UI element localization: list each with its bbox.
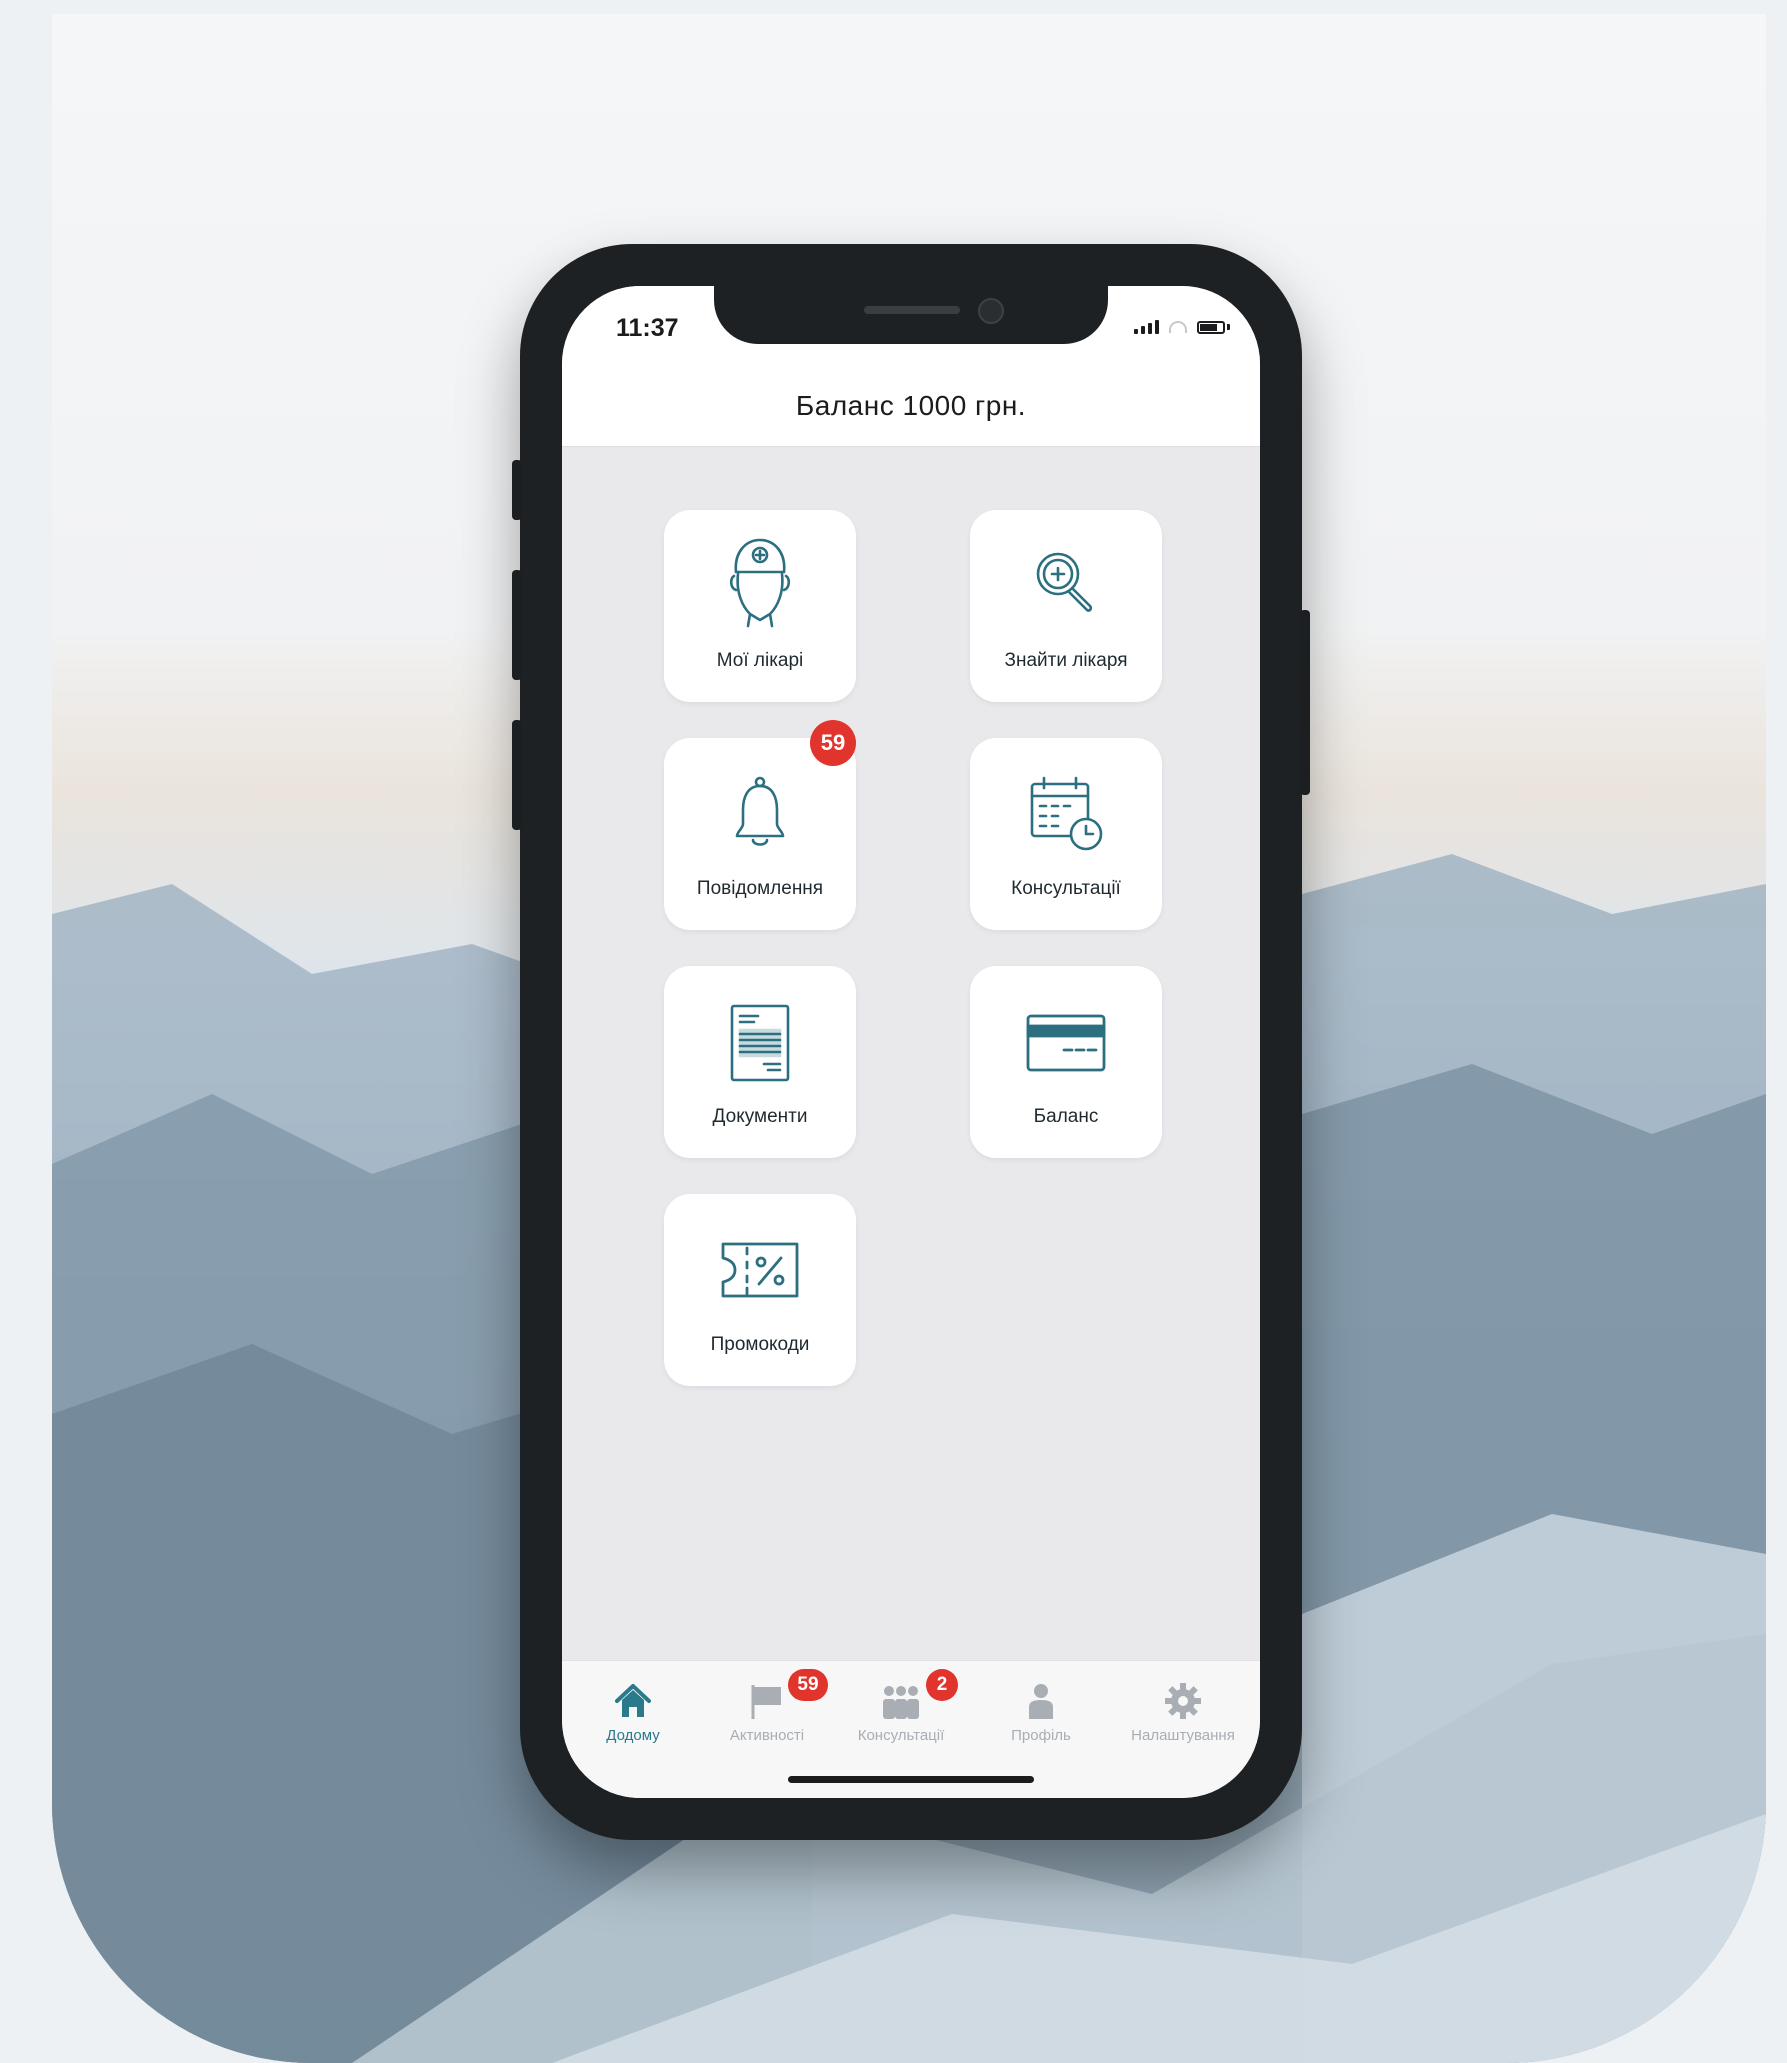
tile-find-doctor[interactable]: Знайти лікаря (970, 510, 1162, 702)
tile-notifications[interactable]: Повідомлення (664, 738, 856, 930)
tile-promocodes[interactable]: Промокоди (664, 1194, 856, 1386)
tile-label: Повідомлення (696, 878, 824, 899)
home-indicator[interactable] (788, 1776, 1034, 1783)
tab-label: Активності (729, 1727, 805, 1744)
phone-screen: 11:37 Баланс 1000 грн. Мої лікарі Знайти… (562, 286, 1260, 1798)
balance-title: Баланс 1000 грн. (795, 390, 1027, 421)
tile-label: Документи (712, 1106, 808, 1127)
search-doctor-icon (1026, 544, 1106, 629)
front-camera (978, 298, 1004, 324)
tile-label: Промокоди (710, 1334, 810, 1355)
tab-home[interactable]: Додому (568, 1675, 698, 1755)
tab-profile[interactable]: Профіль (976, 1675, 1106, 1755)
calendar-clock-icon (1024, 774, 1108, 859)
tab-label: Додому (606, 1727, 660, 1744)
status-icons (1134, 320, 1230, 334)
app-header: Баланс 1000 грн. (562, 366, 1260, 447)
phone-power-button (1300, 610, 1310, 795)
tab-label: Консультації (857, 1727, 945, 1744)
tab-settings[interactable]: Налаштування (1118, 1675, 1248, 1755)
tile-label: Знайти лікаря (1004, 650, 1128, 671)
tab-label: Профіль (1011, 1727, 1071, 1744)
notifications-badge: 59 (810, 720, 856, 766)
home-icon (568, 1675, 698, 1721)
document-icon (728, 1002, 792, 1089)
tile-consultations[interactable]: Консультації (970, 738, 1162, 930)
activities-badge: 59 (788, 1669, 828, 1701)
phone-silent-switch (512, 460, 522, 520)
tile-label: Баланс (1033, 1106, 1099, 1127)
wifi-icon (1169, 321, 1187, 333)
gear-icon (1118, 1675, 1248, 1721)
earpiece-speaker (864, 306, 960, 314)
tile-balance[interactable]: Баланс (970, 966, 1162, 1158)
tile-label: Консультації (1011, 878, 1121, 899)
phone-volume-up (512, 570, 522, 680)
status-time: 11:37 (616, 314, 679, 342)
bell-icon (725, 774, 795, 859)
person-icon (976, 1675, 1106, 1721)
consultations-badge: 2 (926, 1669, 958, 1701)
phone-notch (714, 286, 1108, 344)
phone-volume-down (512, 720, 522, 830)
tile-label: Мої лікарі (716, 650, 804, 671)
battery-tip (1227, 324, 1230, 330)
doctor-icon (720, 532, 800, 637)
tile-my-doctors[interactable]: Мої лікарі (664, 510, 856, 702)
coupon-percent-icon (717, 1238, 803, 1307)
battery-icon (1197, 320, 1225, 334)
tab-label: Налаштування (1131, 1727, 1235, 1744)
cellular-signal-icon (1134, 320, 1159, 334)
credit-card-icon (1024, 1012, 1108, 1081)
tile-documents[interactable]: Документи (664, 966, 856, 1158)
